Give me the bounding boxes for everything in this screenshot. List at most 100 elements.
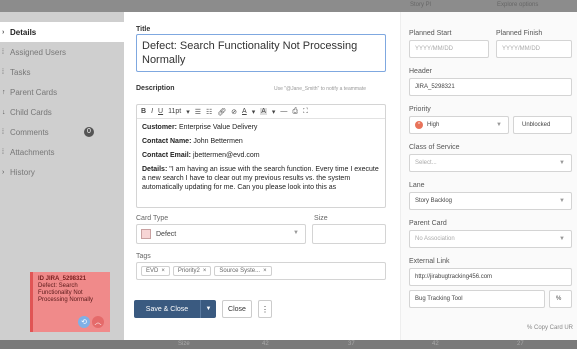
chevron-down-icon[interactable]: ▼: [200, 300, 216, 318]
sidebar-item-label: Attachments: [10, 147, 55, 157]
planned-start-label: Planned Start: [409, 30, 452, 37]
sidebar-item-history[interactable]: › History: [0, 162, 124, 182]
planned-finish-label: Planned Finish: [496, 30, 543, 37]
sidebar-item-tasks[interactable]: ⁞ Tasks: [0, 62, 124, 82]
sidebar-item-comments[interactable]: ⁞ Comments 0: [0, 122, 124, 142]
comments-icon: ⁞: [2, 128, 4, 136]
card-type-label: Card Type: [136, 215, 169, 222]
contact-name-label: Contact Name:: [142, 138, 192, 145]
copy-card-url-label: Copy Card UR: [533, 325, 573, 331]
bullet-list-icon[interactable]: ☰: [195, 108, 201, 116]
size-input[interactable]: [312, 224, 386, 244]
copy-card-url-link[interactable]: % Copy Card UR: [527, 325, 573, 331]
underline-button[interactable]: U: [158, 108, 163, 115]
save-close-label: Save & Close: [145, 305, 189, 313]
external-link-name-input[interactable]: Bug Tracking Tool: [409, 290, 545, 308]
bold-button[interactable]: B: [141, 108, 146, 115]
chevron-down-icon[interactable]: ▾: [186, 108, 190, 116]
history-icon: ›: [2, 168, 5, 176]
chevron-down-icon[interactable]: ▾: [252, 108, 256, 116]
lane-label: Lane: [409, 182, 425, 189]
parent-card-value: No Association: [415, 236, 455, 242]
tag-chip[interactable]: EVD ×: [141, 266, 170, 276]
sidebar-item-child-cards[interactable]: ↓ Child Cards: [0, 102, 124, 122]
description-editor[interactable]: B I U 11pt ▾ ☰ ☷ 🔗︎ ⊘ A ▾ A ▾ — ⎙ ⛶ Cust…: [136, 104, 386, 208]
priority-select[interactable]: ^ High ▼: [409, 116, 509, 134]
editor-toolbar: B I U 11pt ▾ ☰ ☷ 🔗︎ ⊘ A ▾ A ▾ — ⎙ ⛶: [137, 105, 385, 119]
planned-start-input[interactable]: YYYY/MM/DD: [409, 40, 489, 58]
text-color-button[interactable]: A: [242, 108, 247, 115]
description-label: Description: [136, 85, 175, 92]
parent-card-select[interactable]: No Association ▼: [409, 230, 572, 248]
bg-cell: 27: [517, 341, 524, 347]
italic-button[interactable]: I: [151, 108, 153, 115]
details-value: "I am having an issue with the search fu…: [142, 166, 379, 191]
size-label: Size: [314, 215, 328, 222]
chevron-right-icon: ›: [2, 28, 5, 36]
mention-hint: Use "@Jane_Smith" to notify a teammate: [274, 86, 366, 92]
print-icon[interactable]: ⎙: [292, 108, 298, 116]
tag-chip-label: Priority2: [177, 268, 200, 274]
priority-value: High: [427, 122, 440, 128]
blocked-toggle[interactable]: Unblocked: [513, 116, 572, 134]
child-card-icon: ↓: [2, 108, 6, 116]
horizontal-rule-icon[interactable]: —: [280, 108, 287, 115]
right-panel: Planned Start YYYY/MM/DD Planned Finish …: [400, 12, 577, 340]
card-icon-group: ⟲ ︿: [78, 316, 104, 328]
link-icon: %: [526, 325, 533, 331]
link-icon[interactable]: 🔗︎: [217, 108, 226, 116]
contact-email-value: jbettermen@evd.com: [192, 152, 260, 159]
close-button[interactable]: Close: [222, 300, 252, 318]
highlight-button[interactable]: A: [260, 108, 267, 115]
title-input[interactable]: Defect: Search Functionality Not Process…: [136, 34, 386, 72]
bg-cell: 42: [262, 341, 269, 347]
tag-chip-label: EVD: [146, 268, 159, 274]
fullscreen-icon[interactable]: ⛶: [303, 108, 308, 116]
bg-cell: 37: [348, 341, 355, 347]
header-input[interactable]: JIRA_5298321: [409, 78, 572, 96]
card-type-select[interactable]: Defect ▼: [136, 224, 306, 244]
chevron-up-icon[interactable]: ︿: [92, 316, 104, 328]
sidebar-item-attachments[interactable]: ⁞ Attachments: [0, 142, 124, 162]
class-of-service-select[interactable]: Select... ▼: [409, 154, 572, 172]
card-title: Defect: Search Functionality Not Process…: [38, 283, 94, 303]
sidebar-item-details[interactable]: › Details: [0, 22, 124, 42]
description-body: Customer: Enterprise Value Delivery Cont…: [137, 119, 385, 201]
sidebar-item-label: Details: [10, 27, 37, 37]
sidebar-item-parent-cards[interactable]: ↑ Parent Cards: [0, 82, 124, 102]
external-link-url-input[interactable]: http://jirabugtracking456.com: [409, 268, 572, 286]
card-type-swatch: [141, 229, 151, 239]
card-type-value: Defect: [156, 230, 177, 238]
remove-tag-icon[interactable]: ×: [263, 268, 267, 274]
class-of-service-value: Select...: [415, 160, 437, 166]
priority-high-icon: ^: [415, 121, 423, 129]
tag-chip-label: Source Syste...: [219, 268, 261, 274]
card-id: ID JIRA_5298321: [38, 276, 87, 282]
sidebar-item-assigned-users[interactable]: ⁞ Assigned Users: [0, 42, 124, 62]
contact-name-value: John Bettermen: [193, 138, 243, 145]
tags-input[interactable]: EVD × Priority2 × Source Syste... ×: [136, 262, 386, 280]
lane-value: Story Backlog: [415, 198, 453, 204]
more-options-button[interactable]: ⋮: [258, 300, 272, 318]
background-bottom-strip: Size 42 37 42 27: [0, 340, 577, 349]
header-label: Header: [409, 68, 432, 75]
tag-chip[interactable]: Priority2 ×: [172, 266, 212, 276]
remove-tag-icon[interactable]: ×: [203, 268, 207, 274]
tag-chip[interactable]: Source Syste... ×: [214, 266, 272, 276]
planned-finish-input[interactable]: YYYY/MM/DD: [496, 40, 572, 58]
unlink-icon[interactable]: ⊘: [231, 108, 237, 116]
numbered-list-icon[interactable]: ☷: [206, 108, 212, 116]
link-icon[interactable]: %: [549, 290, 572, 308]
external-link-label: External Link: [409, 258, 450, 265]
customer-value: Enterprise Value Delivery: [178, 124, 258, 131]
save-close-button[interactable]: Save & Close ▼: [134, 300, 216, 318]
link-icon[interactable]: ⟲: [78, 316, 90, 328]
lane-select[interactable]: Story Backlog ▼: [409, 192, 572, 210]
class-of-service-label: Class of Service: [409, 144, 460, 151]
attachment-icon: ⁞: [2, 148, 4, 156]
chevron-down-icon: ▼: [559, 236, 565, 242]
tasks-icon: ⁞: [2, 68, 4, 76]
font-size-select[interactable]: 11pt: [168, 108, 181, 115]
chevron-down-icon[interactable]: ▾: [272, 108, 276, 116]
remove-tag-icon[interactable]: ×: [161, 268, 165, 274]
